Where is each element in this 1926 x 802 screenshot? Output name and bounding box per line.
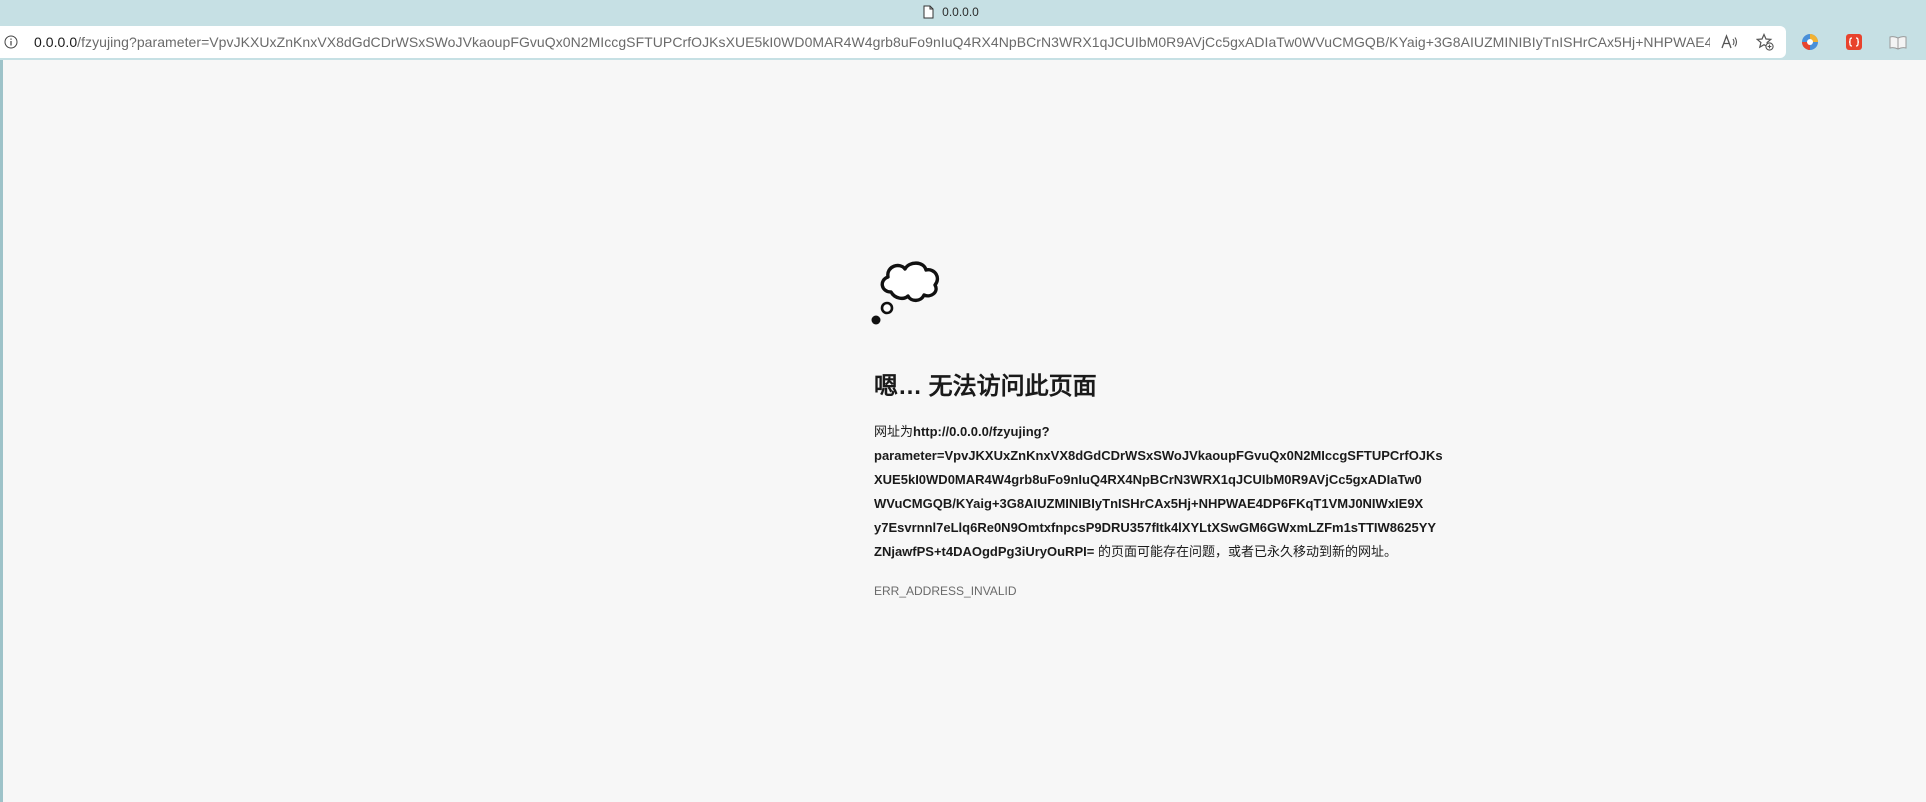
page-icon [923, 5, 934, 19]
error-url-line: http://0.0.0.0/fzyujing? [913, 424, 1050, 439]
address-bar-actions [1720, 26, 1774, 58]
url-path: /fzyujing?parameter=VpvJKXUxZnKnxVX8dGdC… [77, 34, 1710, 50]
add-favorite-icon[interactable] [1756, 33, 1774, 51]
extensions-bar [1800, 26, 1908, 58]
info-icon[interactable] [0, 26, 22, 58]
toolbar: 0.0.0.0/fzyujing?parameter=VpvJKXUxZnKnx… [0, 26, 1926, 58]
title-bar: 0.0.0.0 [0, 0, 1926, 24]
extension-json-icon[interactable] [1844, 32, 1864, 52]
error-url-line: XUE5kI0WD0MAR4W4grb8uFo9nIuQ4RX4NpBCrN3W… [874, 472, 1422, 487]
extension-colorful-icon[interactable] [1800, 32, 1820, 52]
url-host: 0.0.0.0 [34, 34, 78, 50]
extension-reader-icon[interactable] [1888, 32, 1908, 52]
url-text[interactable]: 0.0.0.0/fzyujing?parameter=VpvJKXUxZnKnx… [34, 34, 1710, 50]
error-code: ERR_ADDRESS_INVALID [874, 584, 1017, 598]
thought-cloud-icon [871, 252, 951, 328]
title-wrap: 0.0.0.0 [923, 5, 979, 19]
error-desc-prefix: 网址为 [874, 424, 914, 439]
error-url-line: WVuCMGQB/KYaig+3G8AIUZMINIBIyTnISHrCAx5H… [874, 496, 1424, 511]
error-url-line: ZNjawfPS+t4DAOgdPg3iUryOuRPI= [874, 544, 1095, 559]
read-aloud-icon[interactable] [1720, 33, 1738, 51]
window-title: 0.0.0.0 [942, 5, 979, 19]
browser-window: 0.0.0.0 0.0.0.0/fzyujing?parameter=VpvJK… [0, 0, 1926, 802]
error-desc-suffix: 的页面可能存在问题，或者已永久移动到新的网址。 [1094, 544, 1397, 559]
error-url-line: parameter=VpvJKXUxZnKnxVX8dGdCDrWSxSWoJV… [874, 448, 1443, 463]
address-bar[interactable]: 0.0.0.0/fzyujing?parameter=VpvJKXUxZnKnx… [0, 26, 1786, 58]
page-content: 嗯… 无法访问此页面 网址为http://0.0.0.0/fzyujing? pa… [0, 60, 1926, 802]
error-title: 嗯… 无法访问此页面 [874, 373, 1097, 400]
error-description: 网址为http://0.0.0.0/fzyujing? parameter=Vpv… [874, 420, 1474, 564]
error-url-line: y7Esvrnnl7eLlq6Re0N9OmtxfnpcsP9DRU357fIt… [874, 520, 1437, 535]
